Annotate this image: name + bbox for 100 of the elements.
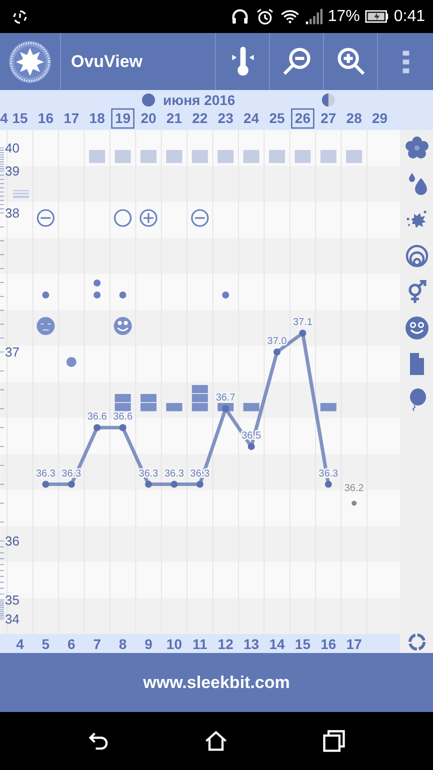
checkered-mark [12,190,30,198]
date-label[interactable]: 23 [218,110,234,126]
bar-mark [140,394,156,402]
date-label[interactable]: 19 [115,110,131,126]
square-mark [192,150,208,163]
date-label[interactable]: 18 [89,110,105,126]
bar-mark [140,403,156,412]
temperature-label: 37.1 [292,317,312,328]
cycle-day-label: 8 [118,636,127,652]
minus-circle-icon [36,209,54,227]
cycle-day-label: 11 [192,636,208,652]
y-axis-label: 35 [5,592,20,608]
temperature-point [94,424,101,432]
cycle-day-label: 6 [68,636,76,652]
signal-icon [304,8,323,26]
bar-mark [114,403,131,412]
website-link[interactable]: www.sleekbit.com [143,672,290,692]
y-axis-label: 37 [5,344,20,360]
bar-mark [320,403,336,412]
date-label[interactable]: 16 [38,110,54,126]
square-mark [243,150,260,163]
dot-mark [42,292,50,298]
temperature-point [42,480,50,488]
clock: 0:41 [394,8,425,26]
temperature-point [274,348,280,356]
square-mark [218,150,234,163]
cycle-icon[interactable] [406,632,426,652]
date-label[interactable]: 15 [12,110,28,126]
battery-icon [364,10,389,23]
cycle-day-label: 12 [218,636,234,652]
half-moon-icon [322,94,335,106]
date-label[interactable]: 21 [166,110,182,126]
minus-circle-icon [191,209,209,227]
cycle-day-label: 14 [269,636,285,652]
date-label[interactable]: 24 [244,110,260,126]
square-mark [346,150,362,163]
bar-mark [243,403,260,412]
double-dot-mark [94,280,101,298]
bar-mark [114,394,131,402]
temperature-point [196,480,204,488]
temperature-point [170,480,178,488]
date-label[interactable]: 29 [372,110,388,126]
temperature-label: 36.3 [164,468,184,480]
temperature-label: 36.6 [113,412,133,423]
date-label[interactable]: 27 [320,110,336,126]
temperature-point [299,330,306,337]
temperature-point [324,480,332,488]
cycle-day-label: 5 [42,636,50,652]
sleepy-face-icon [36,317,55,335]
temperature-point [222,405,230,412]
temperature-label: 37.0 [267,336,287,347]
temperature-point [119,424,126,432]
date-label[interactable]: 28 [346,110,362,126]
cycle-day-label: 13 [244,636,260,652]
recents-icon[interactable] [321,728,348,754]
square-mark [89,150,106,163]
date-label[interactable]: 25 [269,110,285,126]
flower-icon[interactable] [404,136,428,160]
temperature-point [68,480,75,488]
smiley-face-icon [114,317,132,335]
bar-mark [192,394,208,402]
circle-icon [114,209,132,227]
y-axis-label: 39 [5,164,20,178]
bar-mark [192,403,208,412]
temperature-point [248,443,255,450]
y-axis-label: 38 [5,206,20,220]
cycle-day-label: 4 [16,636,24,652]
plus-circle-icon [140,209,158,227]
y-axis-label: 36 [5,534,20,548]
date-label[interactable]: 26 [294,110,310,126]
y-axis-label: 34 [5,612,20,626]
square-mark [269,150,285,163]
temperature-point [352,500,357,506]
headphones-icon [230,6,250,26]
cycle-day-label: 15 [294,636,310,652]
app-logo-icon[interactable] [8,40,52,84]
home-icon[interactable] [203,728,230,754]
cycle-day-label: 10 [166,636,182,652]
square-mark [166,150,182,163]
full-moon-icon [142,94,155,106]
more-icon [402,48,410,74]
cycle-day-label: 17 [346,636,362,652]
dot-mark [222,292,230,298]
temperature-point [145,480,152,488]
dot-mark [66,357,76,367]
square-mark [320,150,336,163]
y-axis-label: 40 [5,140,20,156]
date-label[interactable]: 4 [0,110,8,126]
rings-icon[interactable] [404,244,428,268]
temperature-label: 36.2 [344,483,364,494]
temperature-label: 36.3 [36,468,56,480]
cycle-day-label: 9 [144,636,152,652]
date-label[interactable]: 22 [192,110,208,126]
battery-percent: 17% [328,8,360,26]
date-label[interactable]: 20 [140,110,156,126]
date-label[interactable]: 17 [64,110,80,126]
smiley-icon[interactable] [404,316,428,340]
bar-mark [166,403,182,412]
bar-mark [192,385,208,394]
app-title: OvuView [70,52,144,72]
